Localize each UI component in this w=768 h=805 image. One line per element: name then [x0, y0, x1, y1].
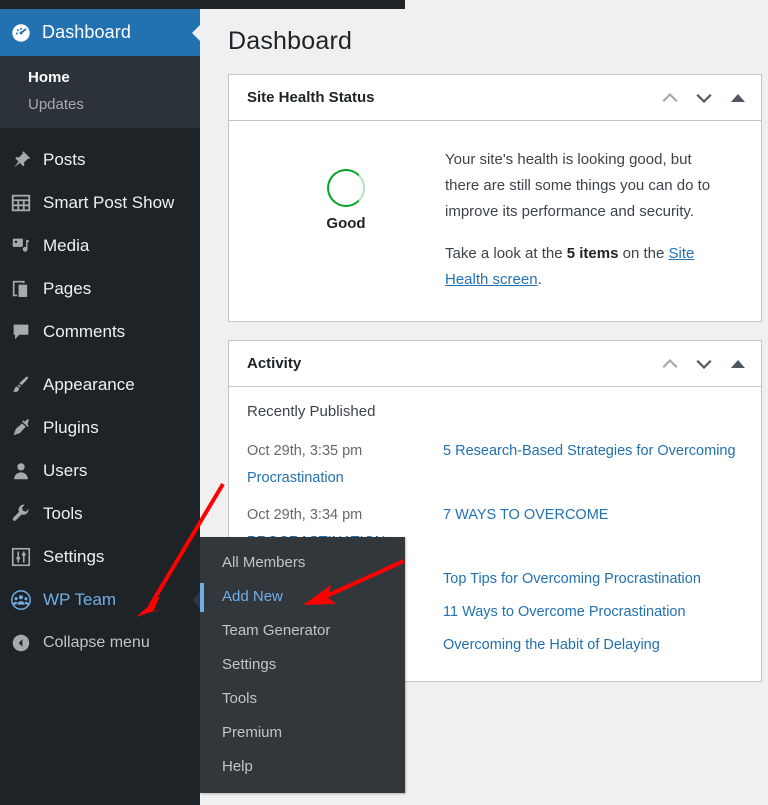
- grid-table-icon: [10, 192, 32, 214]
- flyout-item-team-generator[interactable]: Team Generator: [200, 614, 405, 648]
- flyout-item-all-members[interactable]: All Members: [200, 546, 405, 580]
- activity-entry-link[interactable]: Overcoming the Habit of Delaying: [443, 632, 743, 659]
- health-description: Your site's health is looking good, but …: [445, 151, 711, 220]
- activity-entry-link[interactable]: 11 Ways to Overcome Procrastination: [443, 599, 743, 626]
- sidebar-item-comments[interactable]: Comments: [0, 310, 200, 353]
- recently-published-heading: Recently Published: [247, 403, 376, 420]
- site-health-panel-title: Site Health Status: [247, 89, 375, 106]
- toggle-triangle-icon: [731, 93, 745, 102]
- sidebar-item-label: Pages: [43, 278, 92, 298]
- sidebar-item-smart-post-show[interactable]: Smart Post Show: [0, 181, 200, 224]
- wp-team-flyout-submenu: All Members Add New Team Generator Setti…: [200, 537, 405, 793]
- sidebar-item-label: Dashboard: [42, 22, 131, 42]
- flyout-item-add-new[interactable]: Add New: [200, 580, 405, 614]
- move-down-icon[interactable]: [687, 81, 721, 115]
- sliders-icon: [10, 546, 32, 568]
- sidebar-item-label: Plugins: [43, 417, 99, 437]
- sidebar-item-label: Media: [43, 235, 90, 255]
- sidebar-item-wp-team[interactable]: WP Team: [0, 578, 201, 621]
- sidebar-item-dashboard[interactable]: Dashboard: [0, 9, 201, 56]
- wordpress-admin-screen: Dashboard Home Updates Posts Smart Post …: [0, 0, 768, 805]
- toggle-panel-icon[interactable]: [721, 81, 755, 115]
- health-items-count: 5 items: [566, 245, 619, 262]
- activity-panel-header: Activity: [229, 341, 761, 387]
- sidebar-item-users[interactable]: Users: [0, 449, 200, 492]
- sidebar-item-pages[interactable]: Pages: [0, 267, 200, 310]
- sidebar-item-tools[interactable]: Tools: [0, 492, 200, 535]
- sidebar-item-label: WP Team: [43, 589, 117, 609]
- toggle-triangle-icon: [731, 359, 745, 368]
- sidebar-item-appearance[interactable]: Appearance: [0, 363, 200, 406]
- collapse-menu-label: Collapse menu: [43, 633, 150, 651]
- media-icon: [10, 235, 32, 257]
- site-health-panel-controls: [653, 81, 755, 115]
- pages-icon: [10, 278, 32, 300]
- activity-entry: Oct 29th, 3:35 pm 5 Research-Based Strate…: [247, 438, 743, 492]
- activity-panel-controls: [653, 347, 755, 381]
- health-sentence-suffix: .: [537, 271, 542, 288]
- sidebar-item-plugins[interactable]: Plugins: [0, 406, 200, 449]
- collapse-menu-button[interactable]: Collapse menu: [0, 621, 200, 664]
- site-health-panel-header: Site Health Status: [229, 75, 761, 121]
- comment-bubble-icon: [10, 321, 32, 343]
- sidebar-item-posts[interactable]: Posts: [0, 138, 200, 181]
- move-up-icon[interactable]: [653, 81, 687, 115]
- admin-bar-stub: [0, 0, 405, 9]
- sidebar-item-settings[interactable]: Settings: [0, 535, 200, 578]
- paintbrush-icon: [10, 374, 32, 396]
- activity-entry-date: Oct 29th, 3:35 pm: [247, 443, 363, 459]
- health-status-label: Good: [326, 215, 366, 232]
- pin-icon: [10, 149, 32, 171]
- sidebar-item-label: Comments: [43, 321, 126, 341]
- activity-entry-date: Oct 29th, 3:34 pm: [247, 507, 363, 523]
- team-group-icon: [10, 589, 32, 611]
- move-down-icon[interactable]: [687, 347, 721, 381]
- activity-panel-title: Activity: [247, 355, 302, 372]
- plug-icon: [10, 417, 32, 439]
- site-health-panel-body: Good Your site's health is looking good,…: [229, 121, 761, 321]
- site-health-status-panel: Site Health Status Good Your site's heal…: [228, 74, 762, 322]
- page-title: Dashboard: [228, 27, 353, 55]
- sidebar-item-label: Settings: [43, 546, 105, 566]
- sidebar-item-media[interactable]: Media: [0, 224, 200, 267]
- submenu-item-home[interactable]: Home: [0, 64, 200, 91]
- flyout-item-settings[interactable]: Settings: [200, 648, 405, 682]
- health-sentence-prefix: Take a look at the: [445, 245, 567, 262]
- user-icon: [10, 460, 32, 482]
- sidebar-item-label: Appearance: [43, 374, 135, 394]
- sidebar-item-label: Smart Post Show: [43, 192, 175, 212]
- sidebar-item-label: Tools: [43, 503, 83, 523]
- submenu-item-updates[interactable]: Updates: [0, 91, 200, 118]
- admin-sidebar-menu: Dashboard Home Updates Posts Smart Post …: [0, 9, 201, 805]
- flyout-item-premium[interactable]: Premium: [200, 716, 405, 750]
- health-items-sentence: Take a look at the 5 items on the Site H…: [445, 241, 719, 293]
- site-health-gauge: Good: [247, 147, 445, 232]
- wrench-icon: [10, 503, 32, 525]
- dashboard-submenu: Home Updates: [0, 56, 200, 128]
- dashboard-gauge-icon: [10, 22, 32, 44]
- flyout-item-help[interactable]: Help: [200, 750, 405, 784]
- sidebar-item-label: Users: [43, 460, 88, 480]
- health-progress-ring-icon: [327, 169, 365, 207]
- collapse-left-arrow-icon: [10, 632, 32, 654]
- health-sentence-middle: on the: [618, 245, 669, 262]
- flyout-item-tools[interactable]: Tools: [200, 682, 405, 716]
- move-up-icon[interactable]: [653, 347, 687, 381]
- activity-entry-link[interactable]: Top Tips for Overcoming Procrastination: [443, 566, 743, 593]
- toggle-panel-icon[interactable]: [721, 347, 755, 381]
- sidebar-item-label: Posts: [43, 149, 86, 169]
